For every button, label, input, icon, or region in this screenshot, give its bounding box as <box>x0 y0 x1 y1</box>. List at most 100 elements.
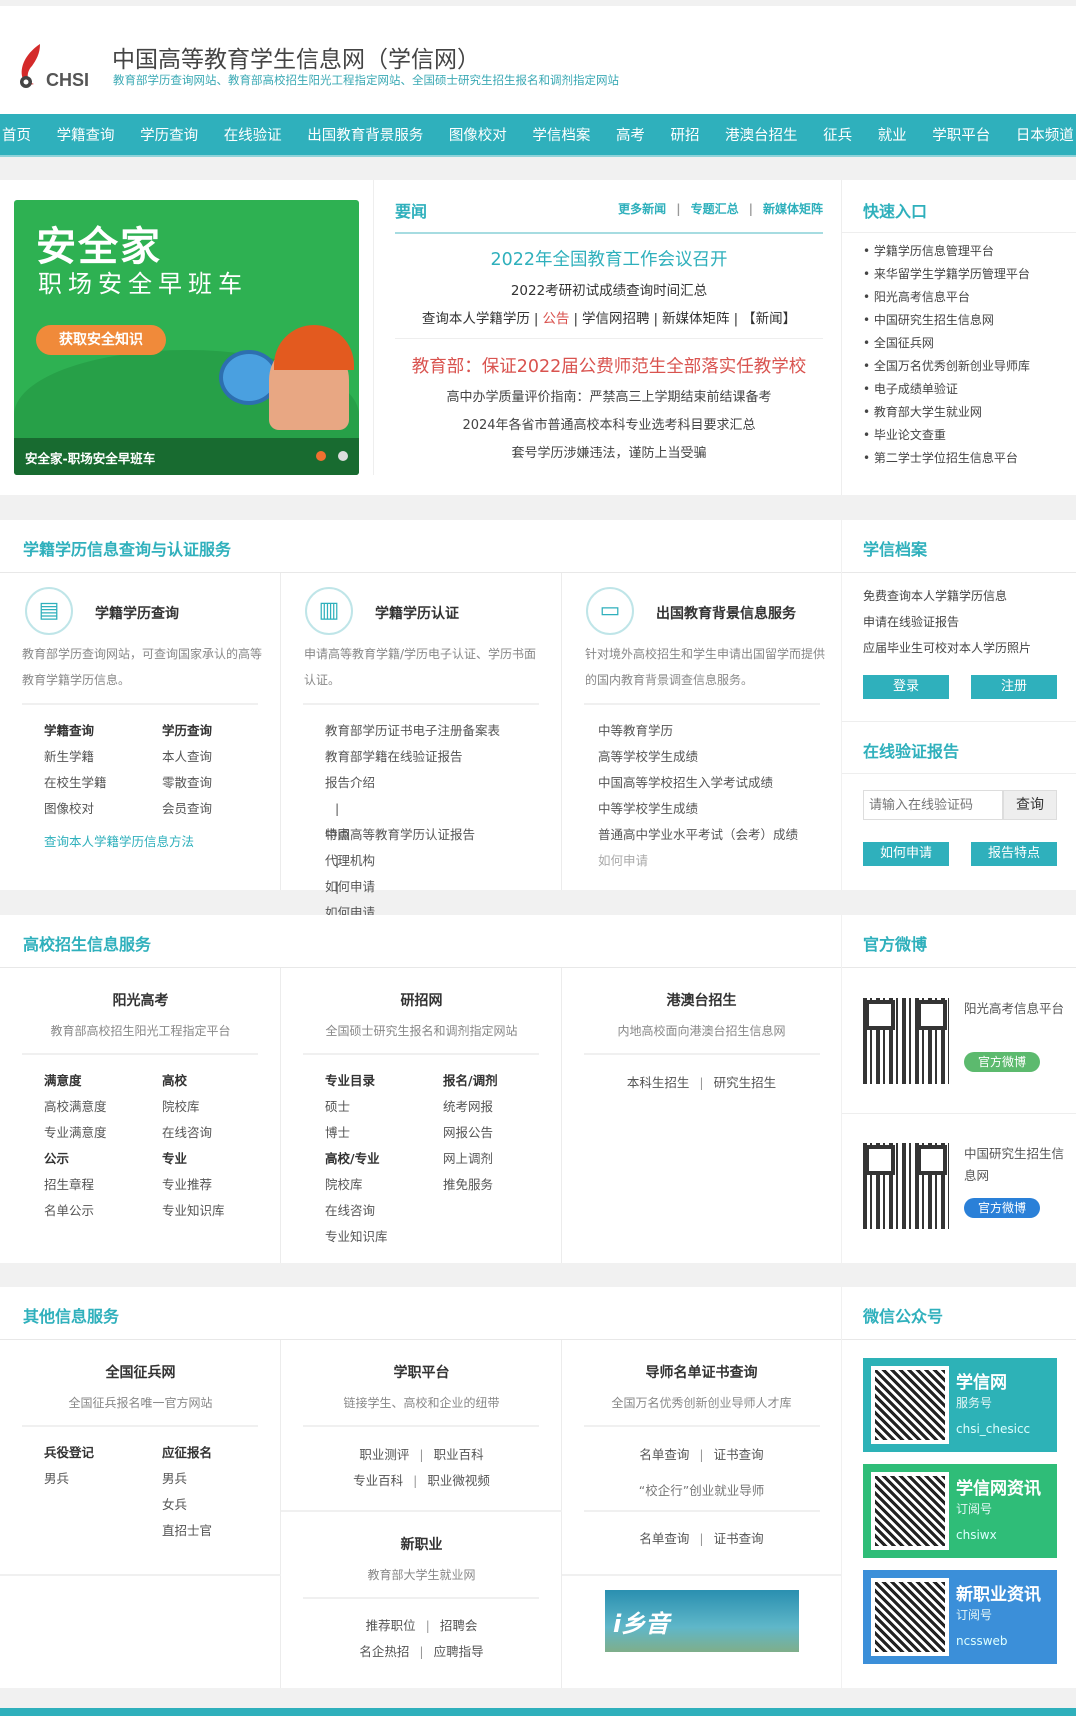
nav-item[interactable]: 就业 <box>878 124 907 145</box>
archive-link[interactable]: 应届毕业生可校对本人学历照片 <box>863 635 1031 661</box>
nav-item[interactable]: 出国教育背景服务 <box>307 124 423 145</box>
cert-link[interactable]: 教育部学籍在线验证报告 <box>325 744 500 770</box>
xiaoqixing-label[interactable]: “校企行”创业就业导师 <box>562 1480 841 1499</box>
news-item[interactable]: 高中办学质量评价指南：严禁高三上学期结束前结课备考 <box>395 384 823 412</box>
nav-item[interactable]: 图像校对 <box>449 124 507 145</box>
quick-entry-item[interactable]: • 学籍学历信息管理平台 <box>863 240 1030 263</box>
link-group-header[interactable]: 专业 <box>162 1146 280 1172</box>
overseas-link[interactable]: 普通高中学业水平考试（会考）成绩 <box>598 822 798 848</box>
card-title[interactable]: 研招网 <box>281 990 562 1010</box>
link[interactable]: 职业百科 <box>434 1447 484 1462</box>
grid-link[interactable]: 图像校对 <box>44 796 162 822</box>
grid-link[interactable]: 专业知识库 <box>162 1198 280 1224</box>
grid-link[interactable]: 新生学籍 <box>44 744 162 770</box>
link[interactable]: 职业微视频 <box>427 1473 490 1488</box>
link[interactable]: 本科生招生 <box>627 1075 690 1090</box>
link[interactable]: 研究生招生 <box>714 1075 777 1090</box>
wechat-card[interactable]: 新职业资讯 订阅号 ncssweb <box>863 1570 1057 1664</box>
link[interactable]: 专业百科 <box>353 1473 403 1488</box>
quick-entry-item[interactable]: • 第二学士学位招生信息平台 <box>863 447 1030 470</box>
banner-carousel[interactable]: 安全家 职场安全早班车 获取安全知识 安全家-职场安全早班车 <box>14 200 359 475</box>
overseas-link[interactable]: 中等教育学历 <box>598 718 798 744</box>
link[interactable]: 代理机构 <box>325 848 500 874</box>
weibo-follow-button[interactable]: 官方微博 <box>964 1198 1040 1218</box>
link-group-header[interactable]: 学籍查询 <box>44 718 162 744</box>
news-link[interactable]: 【新闻】 <box>742 311 796 327</box>
overseas-link[interactable]: 中等学校学生成绩 <box>598 796 798 822</box>
link[interactable]: 推荐职位 <box>366 1618 416 1633</box>
verify-code-input[interactable] <box>863 790 1003 820</box>
nav-item[interactable]: 高考 <box>616 124 645 145</box>
nav-item[interactable]: 学历查询 <box>140 124 198 145</box>
quick-entry-item[interactable]: • 电子成绩单验证 <box>863 378 1030 401</box>
grid-link[interactable]: 零散查询 <box>162 770 280 796</box>
nav-item[interactable]: 港澳台招生 <box>725 124 798 145</box>
cert-link[interactable]: 教育部学历证书电子注册备案表 <box>325 718 500 744</box>
overseas-link[interactable]: 高等学校学生成绩 <box>598 744 798 770</box>
link-group-header[interactable]: 报名/调剂 <box>443 1068 561 1094</box>
register-button[interactable]: 注册 <box>971 675 1057 699</box>
how-to-apply-link[interactable]: 如何申请 <box>598 848 798 874</box>
nav-item[interactable]: 学职平台 <box>932 124 990 145</box>
grid-link[interactable]: 网报公告 <box>443 1120 561 1146</box>
link[interactable]: 名单查询 <box>639 1447 689 1462</box>
link[interactable]: 招聘会 <box>440 1618 478 1633</box>
grid-link[interactable]: 统考网报 <box>443 1094 561 1120</box>
query-method-link[interactable]: 查询本人学籍学历信息方法 <box>44 831 194 850</box>
carousel-dot-active[interactable] <box>316 451 326 461</box>
news-item[interactable]: 2024年各省市普通高校本科专业选考科目要求汇总 <box>395 412 823 440</box>
grid-link[interactable]: 男兵 <box>44 1466 162 1492</box>
grid-link[interactable]: 院校库 <box>162 1094 280 1120</box>
link-group-header[interactable]: 高校 <box>162 1068 280 1094</box>
xiangyin-banner[interactable]: i乡音 <box>605 1590 799 1652</box>
link-group-header[interactable]: 学历查询 <box>162 718 280 744</box>
grid-link[interactable]: 名单公示 <box>44 1198 162 1224</box>
quick-entry-item[interactable]: • 中国研究生招生信息网 <box>863 309 1030 332</box>
link[interactable]: 职业测评 <box>359 1447 409 1462</box>
nav-item[interactable]: 学籍查询 <box>57 124 115 145</box>
card-title[interactable]: 阳光高考 <box>0 990 281 1010</box>
grid-link[interactable]: 在校生学籍 <box>44 770 162 796</box>
wechat-card[interactable]: 学信网资讯 订阅号 chsiwx <box>863 1464 1057 1558</box>
carousel-dot[interactable] <box>338 451 348 461</box>
nav-item[interactable]: 在线验证 <box>224 124 282 145</box>
quick-entry-item[interactable]: • 全国万名优秀创新创业导师库 <box>863 355 1030 378</box>
how-to-apply-button[interactable]: 如何申请 <box>863 842 949 866</box>
nav-item[interactable]: 首页 <box>2 124 31 145</box>
nav-item[interactable]: 学信档案 <box>532 124 590 145</box>
news-link[interactable]: 新媒体矩阵 <box>662 311 730 327</box>
cert-link[interactable]: 中国高等教育学历认证报告 <box>325 822 500 848</box>
card-title[interactable]: 学籍学历认证 <box>375 603 459 623</box>
link-group-header[interactable]: 专业目录 <box>325 1068 443 1094</box>
card-title[interactable]: 学职平台 <box>281 1362 562 1382</box>
banner-cta-button[interactable]: 获取安全知识 <box>36 325 166 355</box>
quick-entry-item[interactable]: • 教育部大学生就业网 <box>863 401 1030 424</box>
grid-link[interactable]: 在线咨询 <box>325 1198 443 1224</box>
quick-entry-item[interactable]: • 阳光高考信息平台 <box>863 286 1030 309</box>
login-button[interactable]: 登录 <box>863 675 949 699</box>
quick-entry-item[interactable]: • 来华留学生学籍学历管理平台 <box>863 263 1030 286</box>
card-title[interactable]: 新职业 <box>281 1534 562 1554</box>
wechat-card[interactable]: 学信网 服务号 chsi_chesicc <box>863 1358 1057 1452</box>
card-title[interactable]: 港澳台招生 <box>562 990 841 1010</box>
news-top-link[interactable]: 专题汇总 <box>691 202 739 216</box>
grid-link[interactable]: 在线咨询 <box>162 1120 280 1146</box>
grid-link[interactable]: 网上调剂 <box>443 1146 561 1172</box>
news-link[interactable]: 2022考研初试成绩查询时间汇总 <box>395 279 823 299</box>
news-item[interactable]: 套号学历涉嫌违法，谨防上当受骗 <box>395 440 823 468</box>
link-group-header[interactable]: 满意度 <box>44 1068 162 1094</box>
news-top-link[interactable]: 新媒体矩阵 <box>763 202 823 216</box>
news-link[interactable]: 查询本人学籍学历 <box>422 311 530 327</box>
link[interactable]: 报告介绍 <box>325 770 500 796</box>
grid-link[interactable]: 招生章程 <box>44 1172 162 1198</box>
grid-link[interactable]: 男兵 <box>162 1466 280 1492</box>
nav-item[interactable]: 征兵 <box>823 124 852 145</box>
grid-link[interactable]: 女兵 <box>162 1492 280 1518</box>
archive-link[interactable]: 免费查询本人学籍学历信息 <box>863 583 1031 609</box>
card-title[interactable]: 出国教育背景信息服务 <box>656 603 796 623</box>
link-group-header[interactable]: 兵役登记 <box>44 1440 162 1466</box>
grid-link[interactable]: 专业满意度 <box>44 1120 162 1146</box>
grid-link[interactable]: 院校库 <box>325 1172 443 1198</box>
link[interactable]: 证书查询 <box>714 1447 764 1462</box>
grid-link[interactable]: 高校满意度 <box>44 1094 162 1120</box>
